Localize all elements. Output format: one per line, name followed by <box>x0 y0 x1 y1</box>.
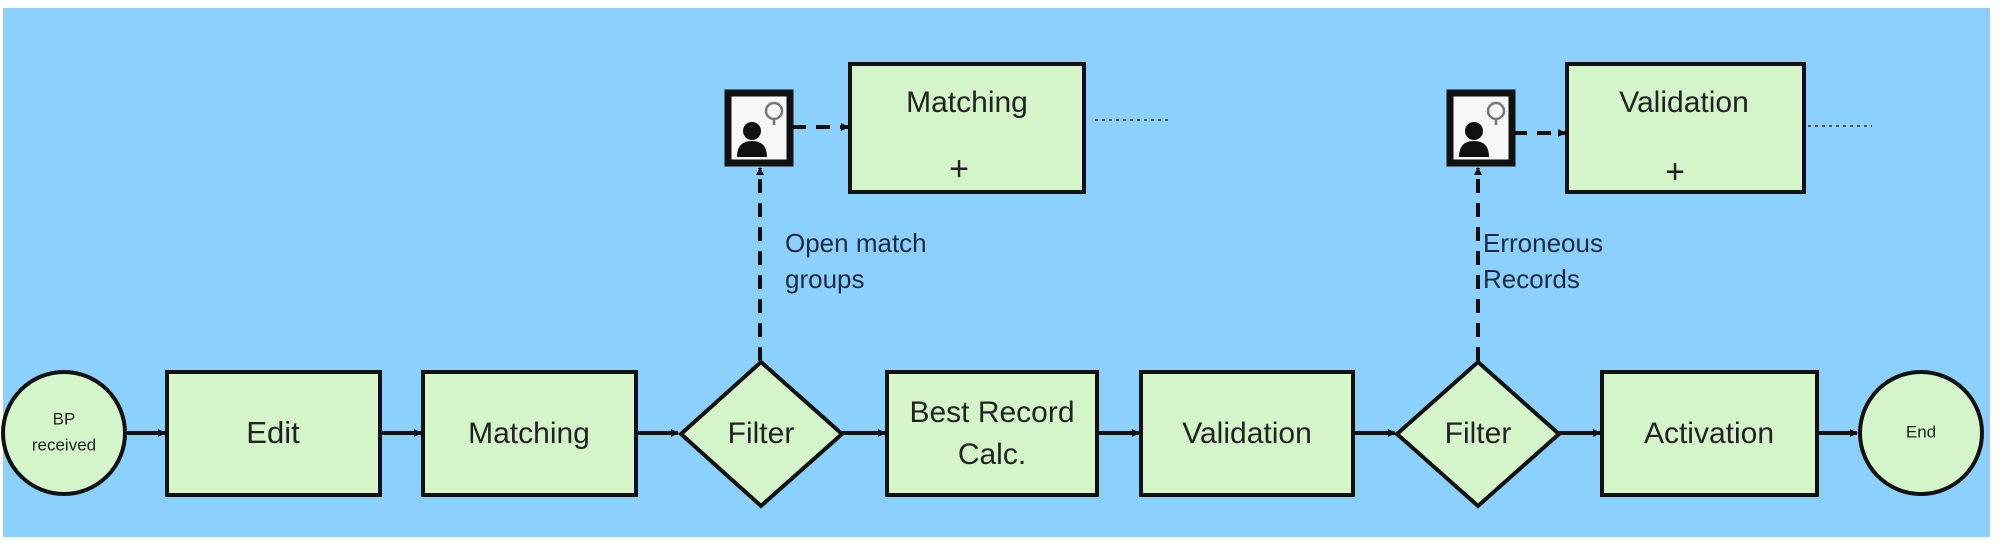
start-event-label-line2: received <box>32 435 96 454</box>
task-validation[interactable]: Validation <box>1139 370 1355 497</box>
task-best-record-label-line2: Calc. <box>958 438 1026 471</box>
expand-marker-icon[interactable]: + <box>1665 153 1685 191</box>
gateway-filter-1-label: Filter <box>728 417 795 450</box>
start-event-label: BP <box>53 409 76 428</box>
task-edit-label: Edit <box>246 415 300 450</box>
task-validation-label: Validation <box>1182 417 1312 450</box>
task-best-record-label: Best Record <box>909 396 1074 429</box>
subprocess-validation[interactable]: Validation + <box>1565 62 1806 194</box>
end-event[interactable]: End <box>1858 370 1984 496</box>
subprocess-matching-label: Matching <box>906 86 1028 119</box>
task-edit[interactable]: Edit <box>165 370 382 497</box>
task-activation-label: Activation <box>1644 417 1774 450</box>
expand-marker-icon[interactable]: + <box>949 150 969 188</box>
user-task-icon[interactable] <box>1450 93 1512 163</box>
task-activation[interactable]: Activation <box>1600 370 1819 497</box>
subprocess-validation-label: Validation <box>1619 86 1749 119</box>
start-event[interactable]: BP received <box>1 370 127 496</box>
task-matching-label: Matching <box>468 417 590 450</box>
gateway-filter-2-label: Filter <box>1445 417 1512 450</box>
process-diagram: BP received Edit Matching Filter Best Re… <box>1 8 1990 537</box>
condition-label-2-line2: Records <box>1483 264 1580 294</box>
subprocess-matching[interactable]: Matching + <box>848 62 1086 194</box>
task-matching[interactable]: Matching <box>421 370 638 497</box>
user-task-icon[interactable] <box>728 93 790 163</box>
condition-label-1-line2: groups <box>785 264 865 294</box>
end-event-label: End <box>1906 422 1936 441</box>
condition-label-2: Erroneous <box>1483 228 1603 258</box>
condition-label-1: Open match <box>785 228 927 258</box>
task-best-record-calc[interactable]: Best Record Calc. <box>885 370 1099 497</box>
